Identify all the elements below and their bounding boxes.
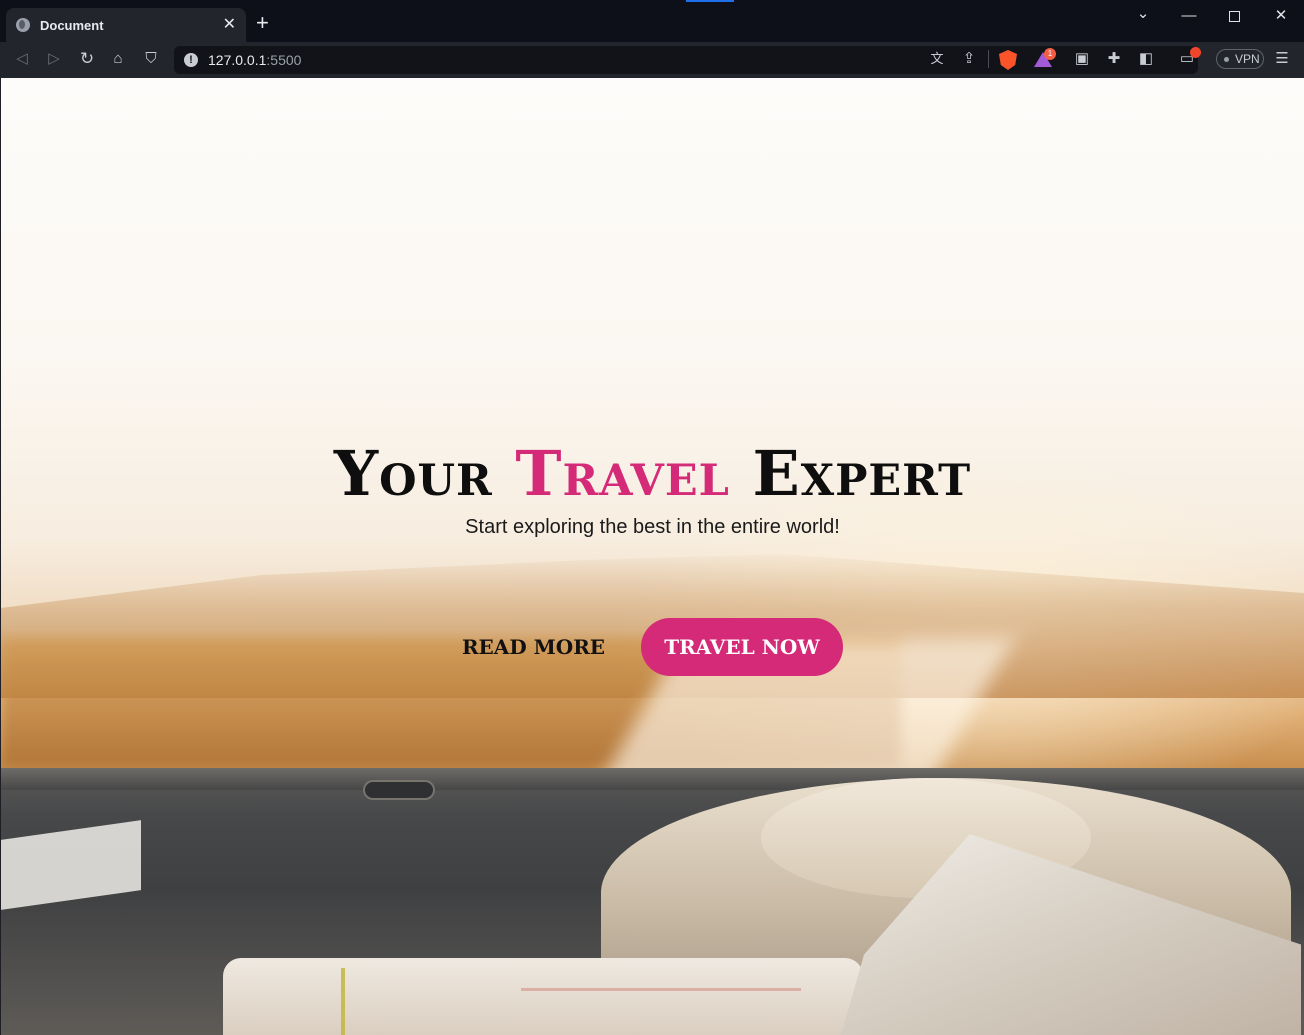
forward-icon[interactable]: ▷ <box>44 49 64 69</box>
bookmark-icon[interactable]: ⛉ <box>141 49 161 69</box>
hero-actions: READ MORE TRAVEL NOW <box>1 618 1304 676</box>
hero-title: Your Travel Expert <box>1 438 1304 510</box>
reload-icon[interactable]: ↻ <box>77 49 97 69</box>
close-tab-button[interactable]: ✕ <box>223 17 236 33</box>
read-more-button[interactable]: READ MORE <box>462 635 605 659</box>
extensions-icon[interactable]: ✚ <box>1104 49 1124 69</box>
dashboard-ridge <box>1 768 1304 790</box>
map-road-line <box>521 988 801 991</box>
tab-title: Document <box>40 17 104 33</box>
url-host: 127.0.0.1 <box>208 52 267 68</box>
translate-icon[interactable]: 文 <box>927 49 947 69</box>
browser-tab[interactable]: Document ✕ <box>6 8 246 42</box>
travel-now-button[interactable]: TRAVEL NOW <box>641 618 844 676</box>
hero-title-accent: Travel <box>515 437 730 510</box>
map-route-line <box>341 968 345 1035</box>
hero-section: Your Travel Expert Start exploring the b… <box>1 438 1304 540</box>
wallet-badge <box>1190 47 1201 58</box>
maximize-button[interactable] <box>1229 11 1240 22</box>
url-port: :5500 <box>266 52 302 68</box>
sidebar-icon[interactable]: ◧ <box>1136 49 1156 69</box>
background-map <box>223 958 863 1035</box>
menu-icon[interactable]: ☰ <box>1272 49 1292 69</box>
new-tab-button[interactable]: + <box>256 12 269 34</box>
home-icon[interactable]: ⌂ <box>108 49 128 69</box>
share-icon[interactable]: ⇪ <box>959 49 979 69</box>
back-icon[interactable]: ◁ <box>12 49 32 69</box>
toolbar-separator <box>988 50 989 68</box>
site-info-icon[interactable]: ! <box>184 53 198 67</box>
hero-subtitle: Start exploring the best in the entire w… <box>465 516 840 538</box>
page-viewport: Your Travel Expert Start exploring the b… <box>1 78 1304 1035</box>
vpn-button[interactable]: VPN <box>1216 49 1264 69</box>
globe-icon <box>16 18 30 32</box>
picture-in-picture-icon[interactable]: ▣ <box>1072 49 1092 69</box>
dashboard-vent <box>363 780 435 800</box>
tab-search-chevron-icon[interactable]: ⌄ <box>1131 6 1155 22</box>
close-window-button[interactable]: ✕ <box>1269 8 1293 24</box>
hero-title-part1: Your <box>333 437 516 510</box>
titlebar-accent-line <box>686 0 734 2</box>
minimize-button[interactable]: — <box>1177 8 1201 24</box>
rewards-badge: 1 <box>1044 48 1056 60</box>
browser-titlebar: Document ✕ + ⌄ — ✕ <box>0 0 1304 42</box>
hero-title-part2: Expert <box>729 437 972 510</box>
